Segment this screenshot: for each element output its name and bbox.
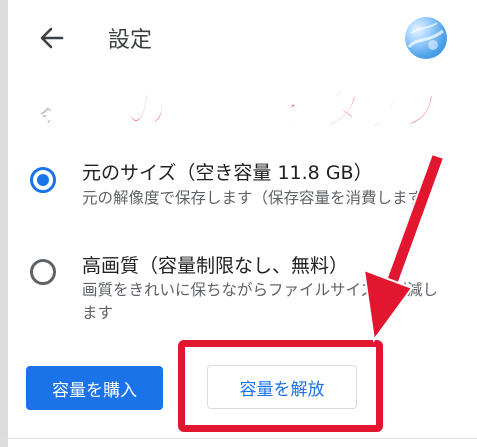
highlight-box bbox=[178, 340, 383, 432]
option-original-title: 元のサイズ（空き容量 11.8 GB） bbox=[82, 162, 373, 184]
bottom-divider bbox=[0, 438, 477, 439]
arrow-left-icon[interactable] bbox=[34, 20, 70, 56]
option-original-radio[interactable] bbox=[30, 167, 56, 193]
buy-storage-button[interactable]: 容量を購入 bbox=[26, 366, 163, 410]
pointer-arrow-icon bbox=[362, 152, 446, 343]
tap-instruction-headline: 「容量の解放」をタップ bbox=[7, 84, 441, 135]
option-high-quality-radio[interactable] bbox=[30, 259, 56, 285]
page-title: 設定 bbox=[108, 28, 153, 53]
avatar[interactable] bbox=[405, 17, 447, 59]
app-bar: 設定 bbox=[0, 0, 477, 72]
option-high-quality-title: 高画質（容量制限なし、無料） bbox=[82, 255, 349, 277]
